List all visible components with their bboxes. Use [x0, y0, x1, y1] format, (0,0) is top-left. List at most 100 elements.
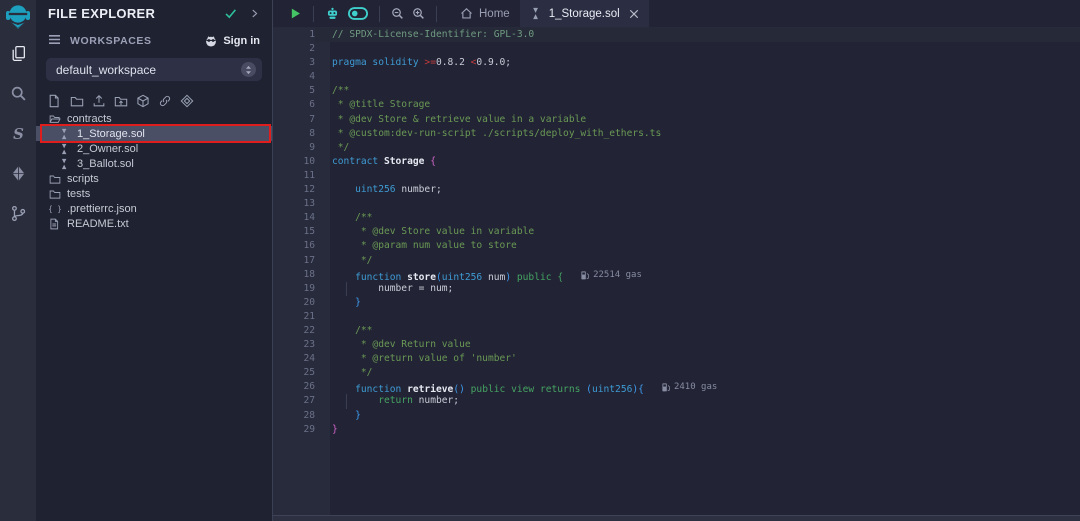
code-line-8: 8 * @custom:dev-run-script ./scripts/dep…	[273, 127, 1080, 141]
upload-file-icon[interactable]	[92, 94, 106, 108]
code-line-content: function retrieve() public view returns …	[315, 380, 1080, 394]
line-number: 20	[273, 296, 315, 310]
code-line-10: 10contract Storage {	[273, 155, 1080, 169]
line-number: 10	[273, 155, 315, 169]
workspace-caret-icon[interactable]	[241, 62, 256, 77]
line-number: 28	[273, 409, 315, 423]
code-line-26: 26 function retrieve() public view retur…	[273, 380, 1080, 394]
tree-item-3_Ballot.sol[interactable]: 3_Ballot.sol	[36, 156, 272, 171]
cube-icon[interactable]	[136, 94, 150, 108]
line-number: 5	[273, 84, 315, 98]
close-tab-icon[interactable]	[629, 9, 639, 19]
tab-Home[interactable]: Home	[450, 0, 520, 27]
line-number: 27	[273, 394, 315, 408]
file-explorer-header: FILE EXPLORER	[36, 0, 272, 27]
code-line-content: return number;	[315, 394, 1080, 408]
code-line-21: 21	[273, 310, 1080, 324]
run-controls	[285, 0, 429, 27]
new-folder-icon[interactable]	[70, 94, 84, 108]
solidity-icon	[59, 128, 71, 140]
tree-item-contracts[interactable]: contracts	[36, 111, 272, 126]
json-icon: { }	[49, 203, 61, 215]
sidebar-icon-solidity-compiler[interactable]: S	[0, 116, 36, 150]
home-icon	[460, 7, 473, 20]
workspaces-label: WORKSPACES	[70, 35, 204, 47]
code-line-6: 6 * @title Storage	[273, 98, 1080, 112]
remix-ide-window: S FILE EXPLORER WORKSPACES	[0, 0, 1080, 521]
code-line-3: 3pragma solidity >=0.8.2 <0.9.0;	[273, 56, 1080, 70]
line-number: 4	[273, 70, 315, 84]
code-line-29: 29}	[273, 423, 1080, 437]
code-line-content: pragma solidity >=0.8.2 <0.9.0;	[315, 56, 1080, 70]
workspace-select[interactable]: default_workspace	[46, 58, 262, 81]
tab-bar: Home 1_Storage.sol	[450, 0, 649, 27]
code-line-content: contract Storage {	[315, 155, 1080, 169]
code-line-content: number = num;	[315, 282, 1080, 296]
line-number: 19	[273, 282, 315, 296]
line-number: 15	[273, 225, 315, 239]
code-line-4: 4	[273, 70, 1080, 84]
tab-label: 1_Storage.sol	[549, 8, 620, 20]
line-number: 12	[273, 183, 315, 197]
code-line-content: * @dev Return value	[315, 338, 1080, 352]
code-line-content: }	[315, 296, 1080, 310]
tree-item-label: .prettierrc.json	[67, 203, 137, 215]
line-number: 14	[273, 211, 315, 225]
new-file-icon[interactable]	[48, 94, 62, 108]
folder-open-icon	[49, 113, 61, 125]
tree-item-README.txt[interactable]: README.txt	[36, 216, 272, 231]
code-line-content: }	[315, 409, 1080, 423]
sidebar-icon-search[interactable]	[0, 76, 36, 110]
play-icon[interactable]	[289, 7, 302, 20]
code-line-27: 27 return number;	[273, 394, 1080, 408]
code-line-25: 25 */	[273, 366, 1080, 380]
line-number: 3	[273, 56, 315, 70]
tab-1_Storage.sol[interactable]: 1_Storage.sol	[520, 0, 649, 27]
robot-icon[interactable]	[325, 7, 340, 21]
sidebar-icon-git[interactable]	[0, 196, 36, 230]
code-line-content: }	[315, 423, 1080, 437]
code-line-content: uint256 number;	[315, 183, 1080, 197]
tree-item-.prettierrc.json[interactable]: { } .prettierrc.json	[36, 201, 272, 216]
code-editor[interactable]: 1// SPDX-License-Identifier: GPL-3.023pr…	[273, 28, 1080, 515]
check-icon[interactable]	[224, 7, 237, 20]
link-icon[interactable]	[158, 94, 172, 108]
code-line-content	[315, 70, 1080, 84]
tree-item-tests[interactable]: tests	[36, 186, 272, 201]
tree-item-2_Owner.sol[interactable]: 2_Owner.sol	[36, 141, 272, 156]
remix-logo-icon[interactable]	[6, 4, 30, 30]
toggle-icon[interactable]	[348, 7, 368, 20]
zoom-out-icon[interactable]	[391, 7, 404, 20]
tree-item-scripts[interactable]: scripts	[36, 171, 272, 186]
code-line-22: 22 /**	[273, 324, 1080, 338]
code-line-content: */	[315, 254, 1080, 268]
solidity-import-icon[interactable]	[180, 94, 194, 108]
line-number: 2	[273, 42, 315, 56]
line-number: 23	[273, 338, 315, 352]
code-line-content	[315, 42, 1080, 56]
code-line-12: 12 uint256 number;	[273, 183, 1080, 197]
code-line-5: 5/**	[273, 84, 1080, 98]
zoom-in-icon[interactable]	[412, 7, 425, 20]
code-line-content: * @param num value to store	[315, 239, 1080, 253]
tree-item-label: scripts	[67, 173, 99, 185]
upload-folder-icon[interactable]	[114, 94, 128, 108]
code-line-content: /**	[315, 211, 1080, 225]
code-line-content: * @dev Store & retrieve value in a varia…	[315, 113, 1080, 127]
code-line-content	[315, 310, 1080, 324]
solidity-icon	[530, 7, 543, 20]
file-explorer-panel: FILE EXPLORER WORKSPACES Sign in	[36, 0, 273, 521]
line-number: 17	[273, 254, 315, 268]
sign-in-button[interactable]: Sign in	[204, 35, 260, 48]
code-line-7: 7 * @dev Store & retrieve value in a var…	[273, 113, 1080, 127]
code-line-content	[315, 197, 1080, 211]
chevron-right-icon[interactable]	[249, 8, 260, 19]
sidebar-icon-deploy-run[interactable]	[0, 156, 36, 190]
gas-estimate-badge: 22514 gas	[581, 268, 642, 282]
sidebar-icon-file-explorer[interactable]	[0, 36, 36, 70]
tree-item-1_Storage.sol[interactable]: 1_Storage.sol	[36, 126, 272, 141]
code-line-content: * @custom:dev-run-script ./scripts/deplo…	[315, 127, 1080, 141]
terminal-panel-edge[interactable]	[273, 515, 1080, 521]
svg-text:S: S	[13, 125, 24, 142]
hamburger-menu-icon[interactable]	[48, 32, 61, 50]
